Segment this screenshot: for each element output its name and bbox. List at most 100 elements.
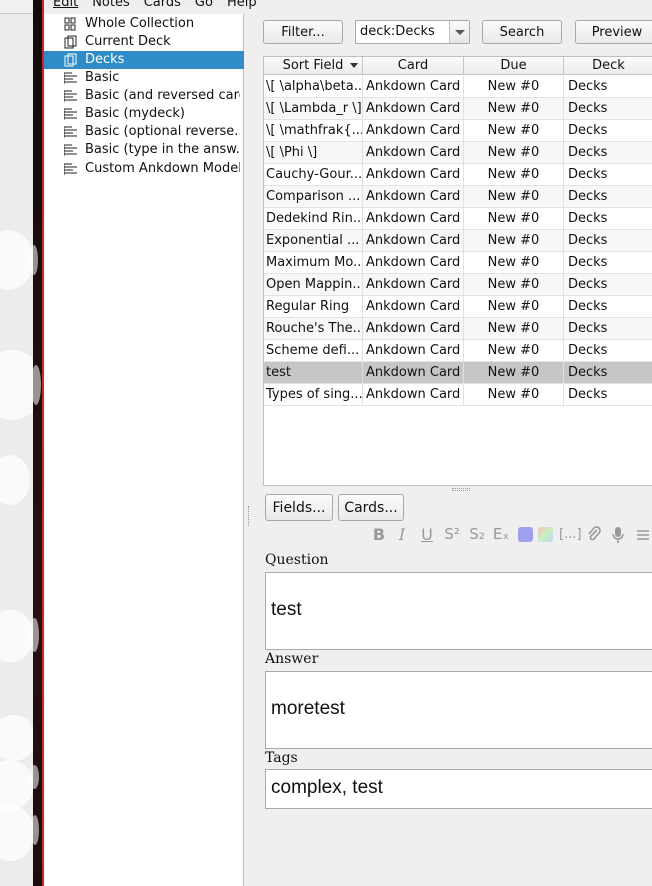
editor-splitter <box>248 506 250 526</box>
bold-button[interactable]: B <box>371 525 387 544</box>
table-row[interactable]: Types of sing... Ankdown Card New #0 Decks <box>264 384 652 406</box>
table-row[interactable]: \[ \mathfrak{... Ankdown Card New #0 Decks <box>264 120 652 142</box>
text-color-icon[interactable] <box>518 527 533 542</box>
search-input[interactable]: deck:Decks <box>355 20 470 44</box>
underline-button[interactable]: U <box>419 525 435 544</box>
fields-button[interactable]: Fields... <box>265 494 333 521</box>
menubar: Edit Notes Cards Go Help <box>44 0 257 11</box>
sidebar-item-basic-type-answer[interactable]: Basic (type in the answ... <box>44 141 244 159</box>
search-input-value: deck:Decks <box>360 24 435 39</box>
sidebar-item-basic-mydeck[interactable]: Basic (mydeck) <box>44 105 244 123</box>
due-cell: New #0 <box>464 230 564 252</box>
column-header-deck[interactable]: Deck <box>564 57 652 75</box>
due-cell: New #0 <box>464 274 564 296</box>
card-cell: Ankdown Card <box>363 252 464 274</box>
table-row[interactable]: Scheme defi... Ankdown Card New #0 Decks <box>264 340 652 362</box>
desktop-decoration <box>0 805 33 861</box>
desktop-decoration <box>0 715 33 761</box>
note-type-icon <box>64 126 77 138</box>
wallpaper-decoration <box>30 245 38 275</box>
deck-cell: Decks <box>568 233 608 248</box>
search-button[interactable]: Search <box>482 20 562 44</box>
sort-descending-icon <box>350 63 358 68</box>
preview-button[interactable]: Preview <box>575 20 652 44</box>
sort-field-cell: test <box>264 362 363 384</box>
menu-go[interactable]: Go <box>195 0 213 11</box>
chevron-down-icon[interactable] <box>449 21 469 43</box>
table-row[interactable]: Comparison ... Ankdown Card New #0 Decks <box>264 186 652 208</box>
tags-field[interactable]: complex, test <box>265 769 652 809</box>
sidebar-item-basic-optional-reversed[interactable]: Basic (optional reverse... <box>44 123 244 141</box>
sidebar: Whole Collection Current Deck Decks Basi… <box>44 14 244 886</box>
column-header-label: Sort Field <box>282 58 344 73</box>
sidebar-item-basic[interactable]: Basic <box>44 69 244 87</box>
attach-icon[interactable] <box>586 526 602 543</box>
wallpaper-strip <box>30 0 42 886</box>
more-icon[interactable] <box>636 528 650 542</box>
table-header: Sort Field Card Due Deck <box>264 57 652 75</box>
column-header-sort-field[interactable]: Sort Field <box>264 57 363 75</box>
sidebar-item-decks[interactable]: Decks <box>44 51 244 69</box>
sidebar-item-current-deck[interactable]: Current Deck <box>44 33 244 51</box>
column-header-card[interactable]: Card <box>363 57 464 75</box>
deck-icon <box>64 53 77 67</box>
menu-cards[interactable]: Cards <box>144 0 181 11</box>
subscript-button[interactable]: S₂ <box>467 525 487 543</box>
splitter-handle[interactable] <box>452 488 470 491</box>
table-row[interactable]: Regular Ring Ankdown Card New #0 Decks <box>264 296 652 318</box>
sidebar-item-basic-reversed[interactable]: Basic (and reversed card) <box>44 87 244 105</box>
menu-help[interactable]: Help <box>227 0 257 11</box>
sidebar-item-label: Basic <box>85 70 120 85</box>
tags-field-value: complex, test <box>271 777 383 798</box>
note-type-icon <box>64 163 77 175</box>
sort-field-cell: Dedekind Rin... <box>264 208 363 230</box>
cards-table[interactable]: Sort Field Card Due Deck \[ \alpha\beta.… <box>263 56 652 486</box>
highlight-color-icon[interactable] <box>538 527 553 542</box>
due-cell: New #0 <box>464 384 564 406</box>
table-row[interactable]: \[ \alpha\beta... Ankdown Card New #0 Decks <box>264 76 652 98</box>
sort-field-cell: \[ \alpha\beta... <box>264 76 363 98</box>
superscript-button[interactable]: S² <box>442 525 462 543</box>
italic-button[interactable]: I <box>395 525 409 544</box>
desktop-decoration <box>0 230 33 290</box>
table-row[interactable]: Rouche's The... Ankdown Card New #0 Decks <box>264 318 652 340</box>
table-row[interactable]: Cauchy-Gour... Ankdown Card New #0 Decks <box>264 164 652 186</box>
table-row[interactable]: test Ankdown Card New #0 Decks <box>264 362 652 384</box>
question-field[interactable]: test <box>265 572 652 650</box>
sidebar-item-label: Decks <box>85 52 125 67</box>
sidebar-item-label: Basic (type in the answ... <box>85 142 240 157</box>
table-row[interactable]: \[ \Phi \] Ankdown Card New #0 Decks <box>264 142 652 164</box>
column-header-due[interactable]: Due <box>464 57 564 75</box>
table-row[interactable]: Dedekind Rin... Ankdown Card New #0 Decks <box>264 208 652 230</box>
table-row[interactable]: Exponential ... Ankdown Card New #0 Decks <box>264 230 652 252</box>
table-row[interactable]: Maximum Mo... Ankdown Card New #0 Decks <box>264 252 652 274</box>
clear-format-button[interactable]: Eₓ <box>491 525 511 543</box>
table-row[interactable]: \[ \Lambda_r \] Ankdown Card New #0 Decks <box>264 98 652 120</box>
cloze-button[interactable]: [...] <box>559 527 582 545</box>
note-type-icon <box>64 90 77 102</box>
card-cell: Ankdown Card <box>363 274 464 296</box>
field-label-tags: Tags <box>265 750 298 766</box>
due-cell: New #0 <box>464 120 564 142</box>
due-cell: New #0 <box>464 186 564 208</box>
card-cell: Ankdown Card <box>363 142 464 164</box>
menu-edit[interactable]: Edit <box>53 0 78 11</box>
due-cell: New #0 <box>464 98 564 120</box>
sidebar-item-custom-ankdown-model[interactable]: Custom Ankdown Model <box>44 160 244 178</box>
sidebar-item-label: Current Deck <box>85 34 171 49</box>
sidebar-item-label: Basic (mydeck) <box>85 106 185 121</box>
sort-field-cell: \[ \Lambda_r \] <box>264 98 363 120</box>
answer-field-value: moretest <box>271 698 345 719</box>
note-type-icon <box>64 108 77 120</box>
sort-field-cell: \[ \mathfrak{... <box>264 120 363 142</box>
record-icon[interactable] <box>611 526 625 544</box>
filter-button[interactable]: Filter... <box>263 20 343 44</box>
desktop-background <box>0 0 33 886</box>
cards-button[interactable]: Cards... <box>338 494 404 521</box>
due-cell: New #0 <box>464 208 564 230</box>
menu-notes[interactable]: Notes <box>92 0 130 11</box>
sidebar-item-whole-collection[interactable]: Whole Collection <box>44 15 244 33</box>
answer-field[interactable]: moretest <box>265 671 652 749</box>
sort-field-cell: Exponential ... <box>264 230 363 252</box>
table-row[interactable]: Open Mappin... Ankdown Card New #0 Decks <box>264 274 652 296</box>
